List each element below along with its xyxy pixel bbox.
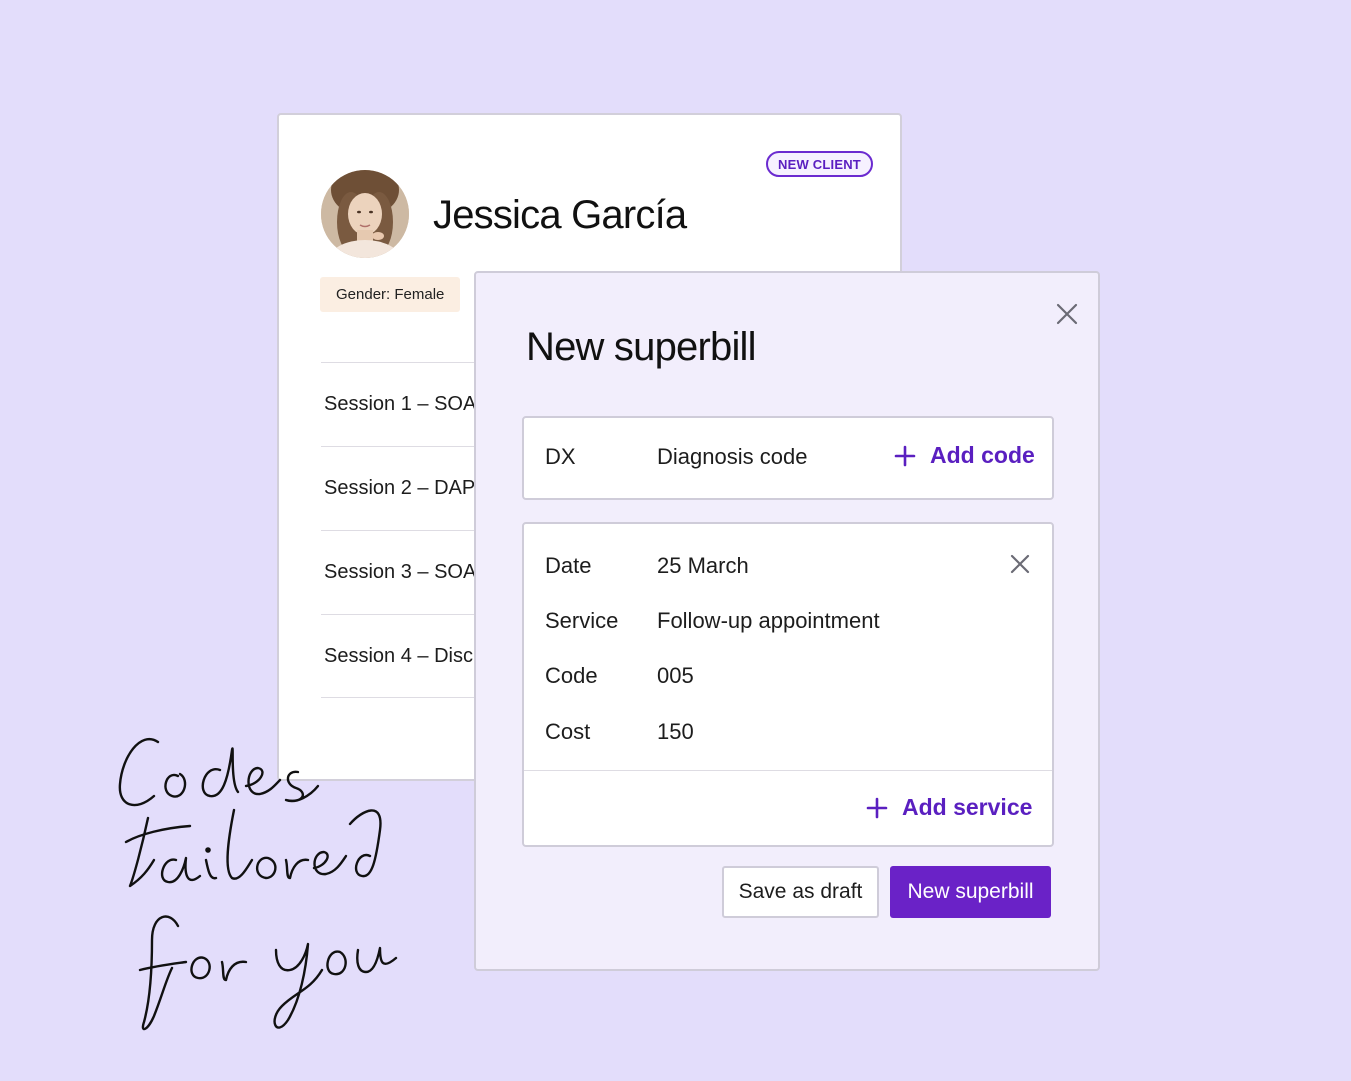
service-section: Date 25 March Service Follow-up appointm… <box>522 522 1054 847</box>
gender-tag: Gender: Female <box>320 277 461 312</box>
cost-value[interactable]: 150 <box>657 719 694 745</box>
modal-title: New superbill <box>526 325 757 369</box>
field-label: Cost <box>545 719 591 744</box>
marketing-canvas: NEW CLIENT Jessica García Gender: Female… <box>0 0 1351 1081</box>
field-label: Date <box>545 553 592 578</box>
dx-label: DX <box>545 444 576 469</box>
close-icon[interactable] <box>1008 552 1032 576</box>
add-service-button[interactable]: Add service <box>866 794 1032 821</box>
cost-row: Cost 150 <box>545 719 694 745</box>
code-row: Code 005 <box>545 663 694 689</box>
save-as-draft-button[interactable]: Save as draft <box>722 866 879 918</box>
service-value[interactable]: Follow-up appointment <box>657 608 880 634</box>
superbill-modal: New superbill DX Diagnosis code Add code… <box>474 271 1100 971</box>
close-icon[interactable] <box>1054 301 1080 327</box>
field-label: Service <box>545 608 619 633</box>
plus-icon <box>866 797 888 818</box>
service-row: Service Follow-up appointment <box>545 608 880 634</box>
diagnosis-code-field[interactable]: Diagnosis code <box>657 444 807 470</box>
new-superbill-button[interactable]: New superbill <box>890 866 1051 918</box>
client-avatar <box>321 170 409 258</box>
add-code-label: Add code <box>930 442 1035 468</box>
new-client-badge: NEW CLIENT <box>766 151 873 177</box>
avatar-photo-icon <box>321 170 409 258</box>
date-value[interactable]: 25 March <box>657 553 749 579</box>
add-service-label: Add service <box>902 794 1033 820</box>
handwritten-tagline-icon <box>118 738 398 1031</box>
diagnosis-section: DX Diagnosis code Add code <box>522 416 1054 500</box>
client-name: Jessica García <box>433 193 687 237</box>
plus-icon <box>894 445 916 466</box>
field-label: Code <box>545 663 598 688</box>
code-value[interactable]: 005 <box>657 663 694 689</box>
add-code-button[interactable]: Add code <box>894 442 1035 469</box>
date-row: Date 25 March <box>545 553 749 579</box>
divider <box>524 770 1052 771</box>
